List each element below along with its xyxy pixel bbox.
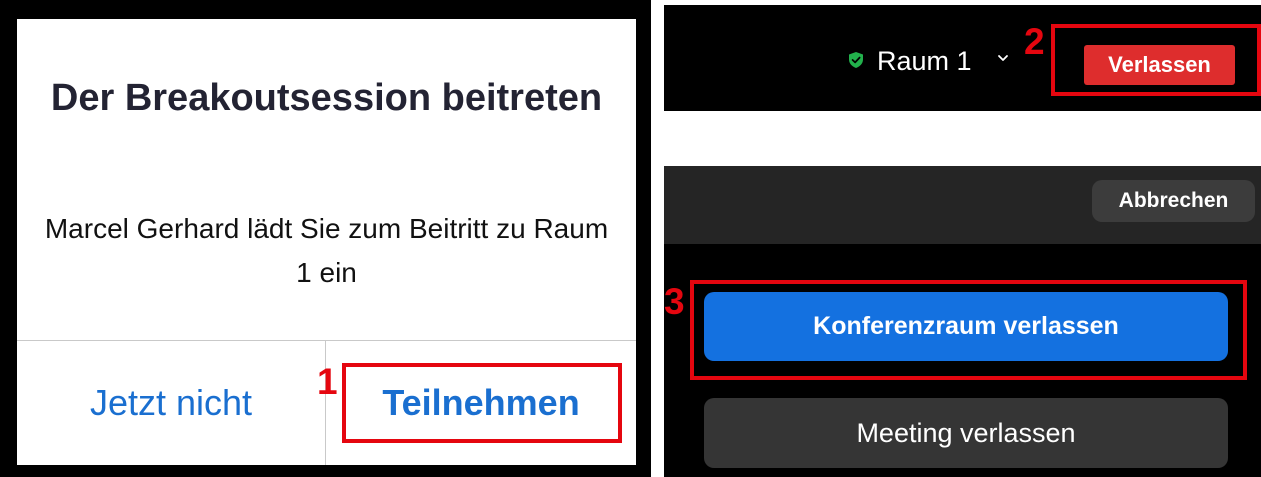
not-now-button[interactable]: Jetzt nicht: [17, 341, 325, 465]
join-button[interactable]: Teilnehmen: [326, 341, 636, 465]
shield-check-icon: [849, 52, 863, 68]
room-name[interactable]: Raum 1: [877, 45, 972, 77]
leave-button[interactable]: Verlassen: [1084, 45, 1235, 85]
meeting-top-bar: Raum 1 Verlassen: [664, 5, 1261, 111]
step-number-2: 2: [1024, 21, 1045, 62]
leave-menu-panel: Abbrechen Konferenzraum verlassen Meetin…: [664, 166, 1261, 477]
leave-meeting-button[interactable]: Meeting verlassen: [704, 398, 1228, 468]
chevron-down-icon[interactable]: [997, 53, 1009, 63]
join-breakout-panel: Der Breakoutsession beitreten Marcel Ger…: [0, 0, 651, 477]
cancel-button[interactable]: Abbrechen: [1092, 180, 1255, 222]
step-number-1: 1: [317, 361, 338, 402]
leave-menu-header: Abbrechen: [664, 166, 1261, 244]
dialog-message: Marcel Gerhard lädt Sie zum Beitritt zu …: [44, 213, 609, 288]
leave-room-button[interactable]: Konferenzraum verlassen: [704, 292, 1228, 361]
step-number-3: 3: [664, 281, 685, 322]
dialog-title: Der Breakoutsession beitreten: [50, 77, 603, 119]
